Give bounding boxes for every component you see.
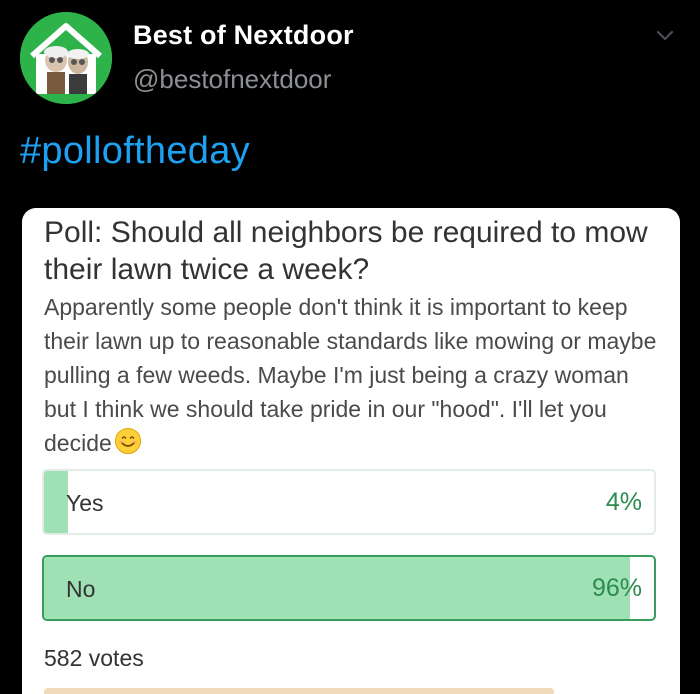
poll-title: Poll: Should all neighbors be required t…	[44, 216, 648, 286]
display-name[interactable]: Best of Nextdoor	[133, 20, 354, 51]
cropped-text-line	[44, 688, 554, 694]
poll-option-no-label: No	[66, 576, 96, 602]
user-handle[interactable]: @bestofnextdoor	[133, 64, 331, 95]
poll-option-no-bar	[44, 557, 630, 619]
poll-description: Apparently some people don't think it is…	[44, 290, 664, 464]
poll-option-yes-percent: 4%	[605, 488, 642, 516]
tweet: Best of Nextdoor @bestofnextdoor #pollof…	[0, 0, 700, 694]
poll-option-no-percent: 96%	[591, 574, 642, 602]
vote-count: 582 votes	[44, 645, 144, 671]
avatar[interactable]	[20, 12, 112, 104]
house-muppets-logo-icon	[20, 12, 112, 104]
smiling-face-emoji-icon	[114, 427, 142, 464]
poll-option-yes[interactable]: Yes 4%	[42, 469, 656, 535]
poll-option-yes-bar	[44, 471, 69, 533]
poll-card: Poll: Should all neighbors be required t…	[22, 208, 680, 694]
poll-option-no[interactable]: No 96%	[42, 555, 656, 621]
hashtag-link[interactable]: #polloftheday	[20, 130, 250, 173]
chevron-down-icon[interactable]	[654, 24, 676, 46]
poll-option-yes-label: Yes	[66, 490, 104, 516]
